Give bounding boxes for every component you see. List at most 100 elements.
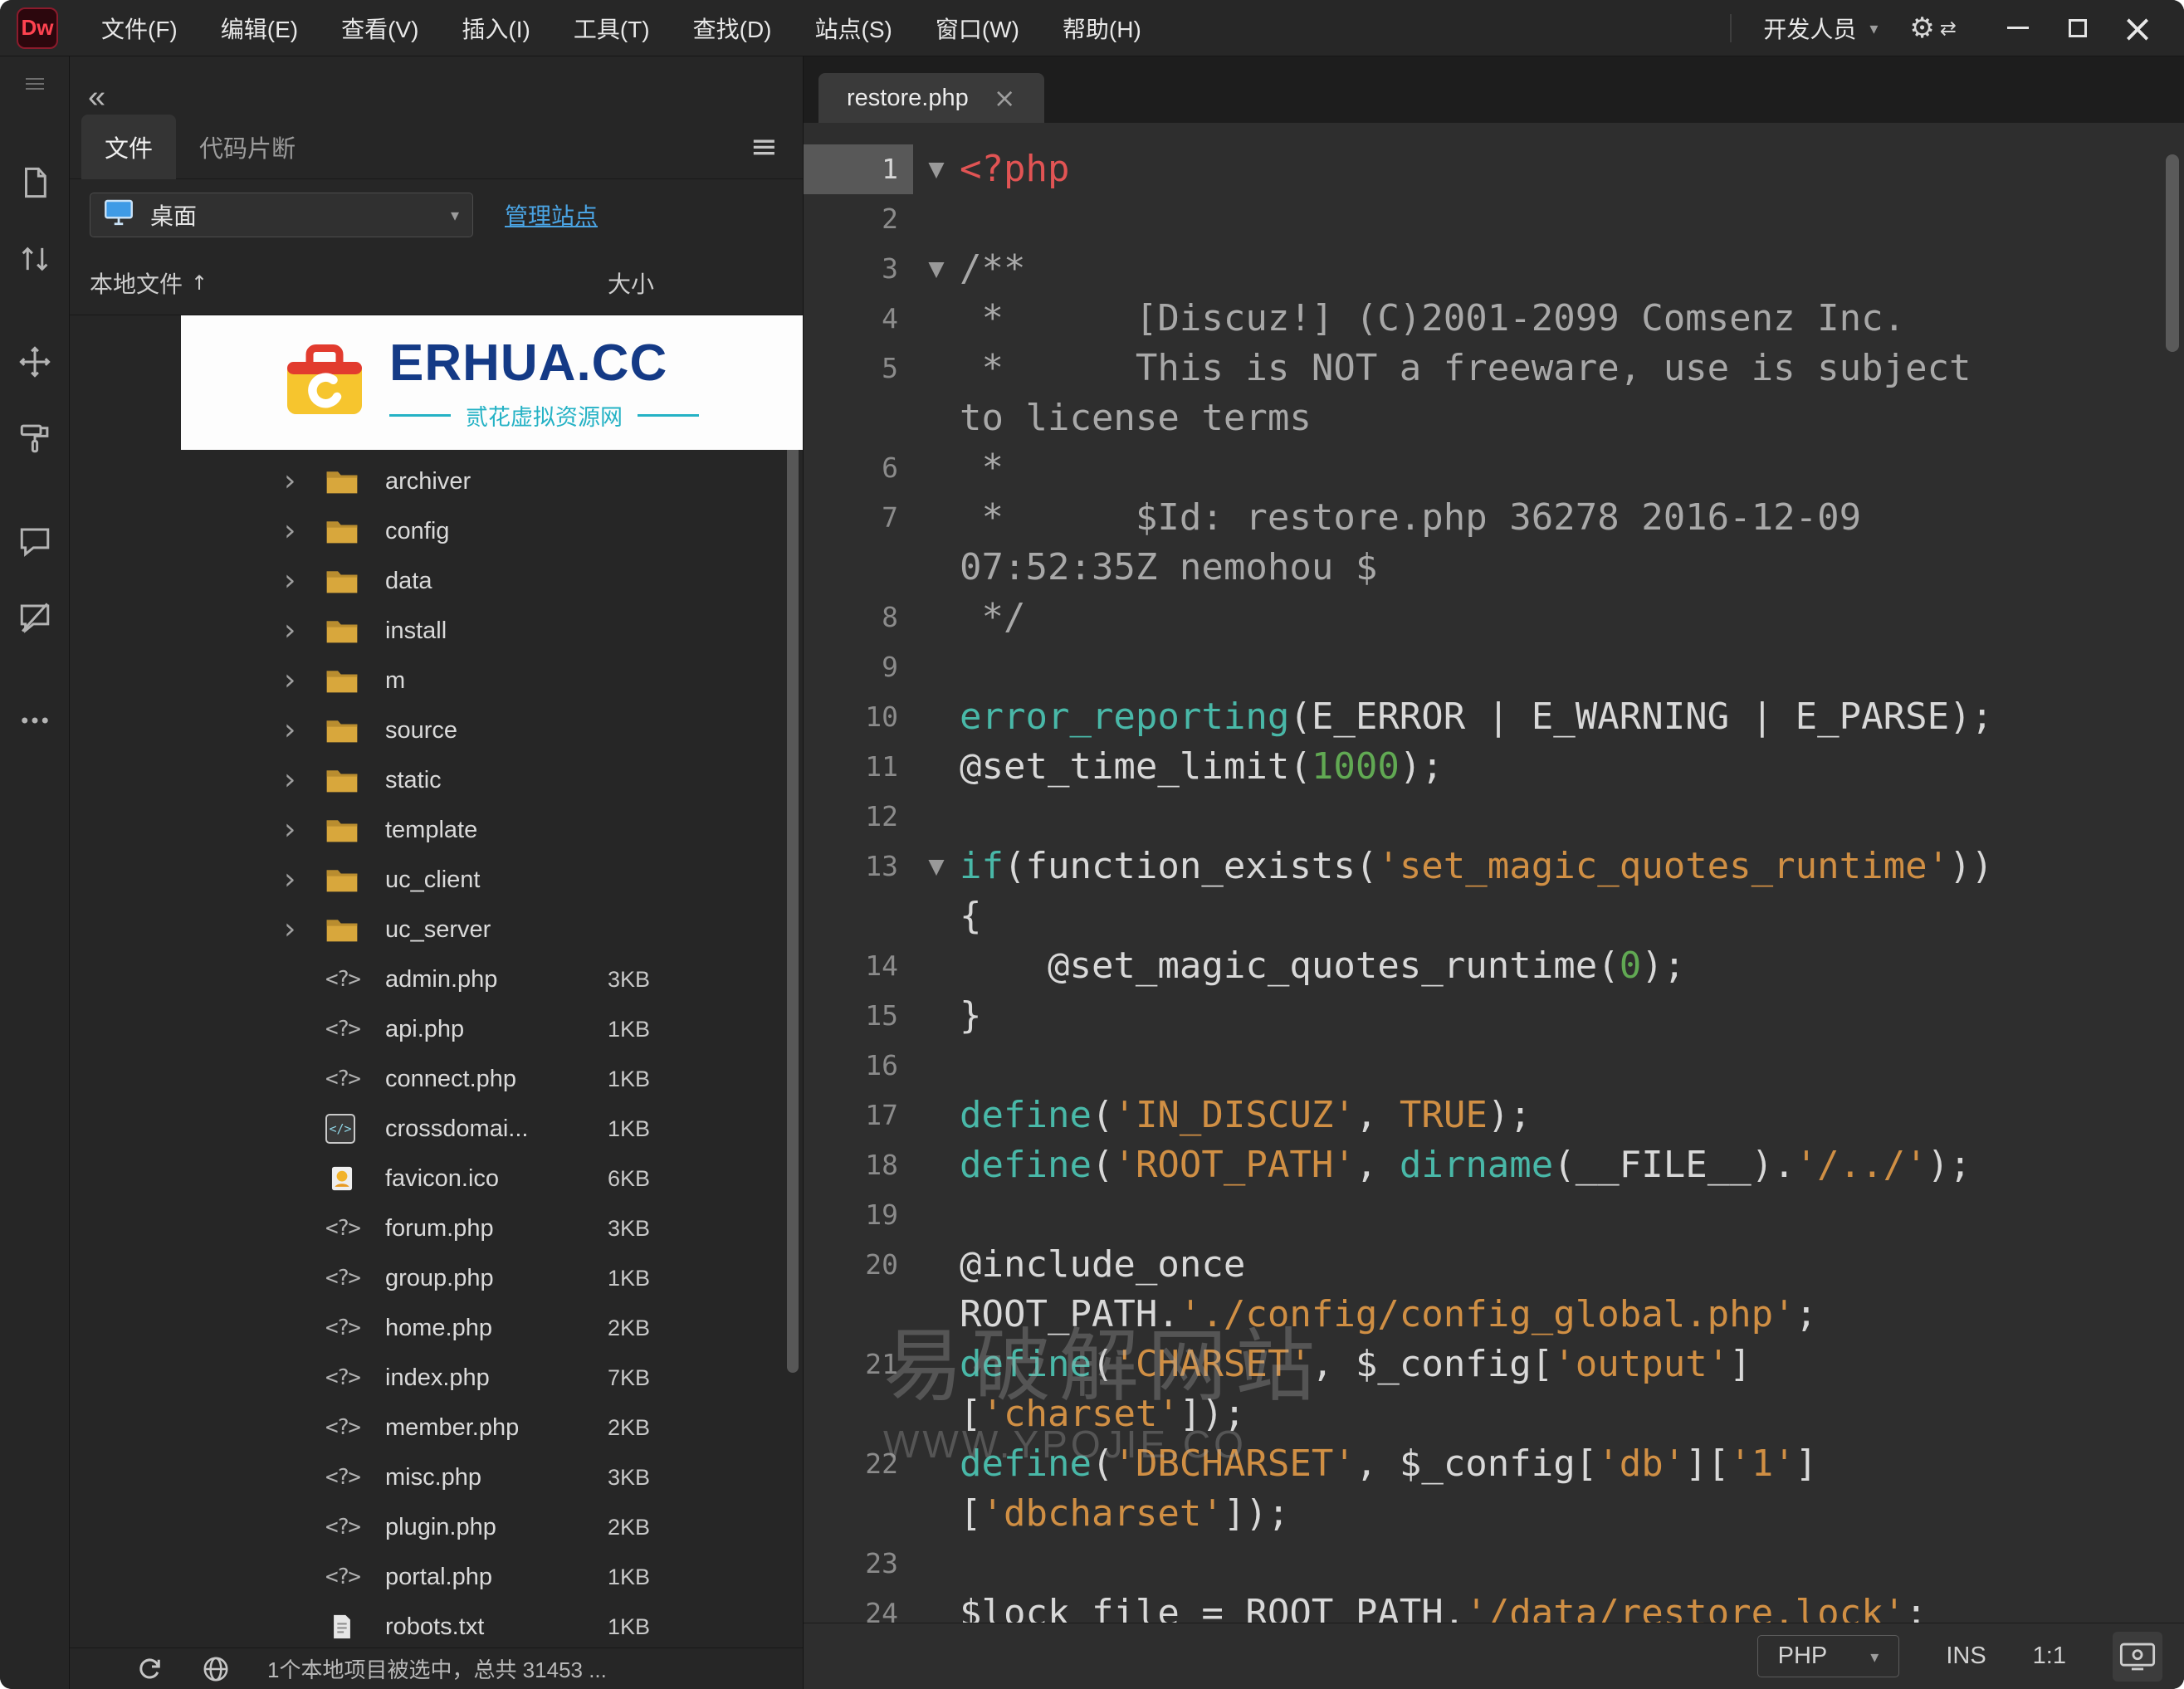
tree-item-source[interactable]: ›source [70,705,803,755]
tree-item-favicon.ico[interactable]: favicon.ico6KB [70,1154,803,1203]
menu-item-5[interactable]: 查找(D) [672,0,794,56]
comment-off-icon[interactable] [0,579,70,656]
editor-scrollbar[interactable] [2166,154,2179,352]
tree-item-archiver[interactable]: ›archiver [70,456,803,506]
menu-item-0[interactable]: 文件(F) [80,0,199,56]
tree-item-home.php[interactable]: <?>home.php2KB [70,1303,803,1353]
expand-chevron-icon[interactable]: › [284,516,325,546]
language-selector[interactable]: PHP ▾ [1757,1635,1900,1677]
tree-item-static[interactable]: ›static [70,755,803,805]
expand-chevron-icon[interactable]: › [284,765,325,795]
tree-item-connect.php[interactable]: <?>connect.php1KB [70,1054,803,1104]
menu-item-7[interactable]: 窗口(W) [914,0,1041,56]
expand-chevron-icon[interactable]: › [284,566,325,596]
code-text[interactable]: ['charset']); [960,1389,2184,1439]
files-scrollbar[interactable] [787,322,799,1373]
live-preview-button[interactable] [2113,1632,2162,1682]
workspace-switcher[interactable]: 开发人员 ▾ [1763,12,1878,45]
fold-arrow-icon[interactable]: ▼ [913,842,960,891]
panel-menu-icon[interactable]: ≡ [750,128,791,166]
code-text[interactable]: define('IN_DISCUZ', TRUE); [960,1091,2184,1140]
code-text[interactable]: * [960,443,2184,493]
tree-item-robots.txt[interactable]: robots.txt1KB [70,1602,803,1648]
code-text[interactable]: @set_magic_quotes_runtime(0); [960,941,2184,991]
sort-files-icon[interactable] [0,221,70,297]
document-tab[interactable]: restore.php × [818,73,1044,123]
close-tab-icon[interactable]: × [994,82,1016,114]
tree-item-forum.php[interactable]: <?>forum.php3KB [70,1203,803,1253]
panel-dock-grip-icon[interactable] [26,78,44,90]
format-painter-icon[interactable] [0,400,70,476]
code-text[interactable] [960,1041,2184,1091]
code-text[interactable]: * This is NOT a freeware, use is subject [960,344,2184,393]
expand-chevron-icon[interactable]: › [284,666,325,696]
code-text[interactable]: $lock_file = ROOT_PATH.'/data/restore.lo… [960,1589,2184,1623]
tree-item-misc.php[interactable]: <?>misc.php3KB [70,1452,803,1502]
code-text[interactable]: * $Id: restore.php 36278 2016-12-09 [960,493,2184,543]
code-text[interactable]: to license terms [960,393,2184,443]
code-text[interactable]: * [Discuz!] (C)2001-2099 Comsenz Inc. [960,294,2184,344]
code-text[interactable]: { [960,891,2184,941]
tree-item-data[interactable]: ›data [70,556,803,606]
tree-item-index.php[interactable]: <?>index.php7KB [70,1353,803,1403]
menu-item-6[interactable]: 站点(S) [794,0,914,56]
tree-item-m[interactable]: ›m [70,656,803,705]
tree-item-uc_server[interactable]: ›uc_server [70,905,803,954]
tree-item-member.php[interactable]: <?>member.php2KB [70,1403,803,1452]
connect-server-icon[interactable] [201,1654,231,1684]
tree-item-admin.php[interactable]: <?>admin.php3KB [70,954,803,1004]
expand-chevron-icon[interactable]: › [284,715,325,745]
tree-item-api.php[interactable]: <?>api.php1KB [70,1004,803,1054]
code-text[interactable] [960,642,2184,692]
code-text[interactable]: define('ROOT_PATH', dirname(__FILE__).'/… [960,1140,2184,1190]
minimize-button[interactable] [1988,0,2048,56]
expand-chevron-icon[interactable]: › [284,865,325,895]
fluid-grid-icon[interactable] [0,324,70,400]
menu-item-3[interactable]: 插入(I) [440,0,551,56]
tree-item-plugin.php[interactable]: <?>plugin.php2KB [70,1502,803,1552]
collapse-panel-button[interactable]: « [88,81,105,113]
menu-item-1[interactable]: 编辑(E) [199,0,320,56]
more-options-icon[interactable] [0,682,70,759]
tree-item-crossdomai...[interactable]: </>crossdomai...1KB [70,1104,803,1154]
panel-tab-0[interactable]: 文件 [81,115,176,179]
code-text[interactable] [960,792,2184,842]
insert-mode-indicator[interactable]: INS [1946,1643,1986,1670]
expand-chevron-icon[interactable]: › [284,815,325,845]
code-text[interactable]: ['dbcharset']); [960,1489,2184,1539]
fold-arrow-icon[interactable]: ▼ [913,144,960,194]
code-text[interactable]: define('CHARSET', $_config['output'] [960,1340,2184,1389]
code-text[interactable]: 07:52:35Z nemohou $ [960,543,2184,593]
close-button[interactable]: × [2108,0,2167,56]
menu-item-4[interactable]: 工具(T) [552,0,672,56]
code-text[interactable]: error_reporting(E_ERROR | E_WARNING | E_… [960,692,2184,742]
manage-sites-link[interactable]: 管理站点 [505,198,598,232]
code-text[interactable]: ROOT_PATH.'./config/config_global.php'; [960,1290,2184,1340]
expand-chevron-icon[interactable]: › [284,616,325,646]
code-text[interactable]: /** [960,244,2184,294]
maximize-button[interactable] [2048,0,2108,56]
code-text[interactable] [960,1190,2184,1240]
code-text[interactable]: } [960,991,2184,1041]
tree-item-portal.php[interactable]: <?>portal.php1KB [70,1552,803,1602]
menu-item-8[interactable]: 帮助(H) [1041,0,1163,56]
comment-icon[interactable] [0,503,70,579]
new-document-icon[interactable] [0,144,70,221]
expand-chevron-icon[interactable]: › [284,466,325,496]
tree-item-install[interactable]: ›install [70,606,803,656]
code-text[interactable]: if(function_exists('set_magic_quotes_run… [960,842,2184,891]
code-editor[interactable]: 1▼<?php23▼/**4 * [Discuz!] (C)2001-2099 … [804,123,2184,1623]
code-text[interactable]: @set_time_limit(1000); [960,742,2184,792]
tree-item-config[interactable]: ›config [70,506,803,556]
fold-arrow-icon[interactable]: ▼ [913,244,960,294]
code-text[interactable] [960,1539,2184,1589]
code-text[interactable]: */ [960,593,2184,642]
code-text[interactable]: <?php [960,144,2184,194]
site-selector[interactable]: 桌面 ▾ [90,193,473,237]
tree-item-uc_client[interactable]: ›uc_client [70,855,803,905]
code-text[interactable]: @include_once [960,1240,2184,1290]
code-text[interactable]: define('DBCHARSET', $_config['db']['1'] [960,1439,2184,1489]
column-header-size[interactable]: 大小 [608,266,654,300]
tree-item-group.php[interactable]: <?>group.php1KB [70,1253,803,1303]
panel-tab-1[interactable]: 代码片断 [176,115,319,179]
